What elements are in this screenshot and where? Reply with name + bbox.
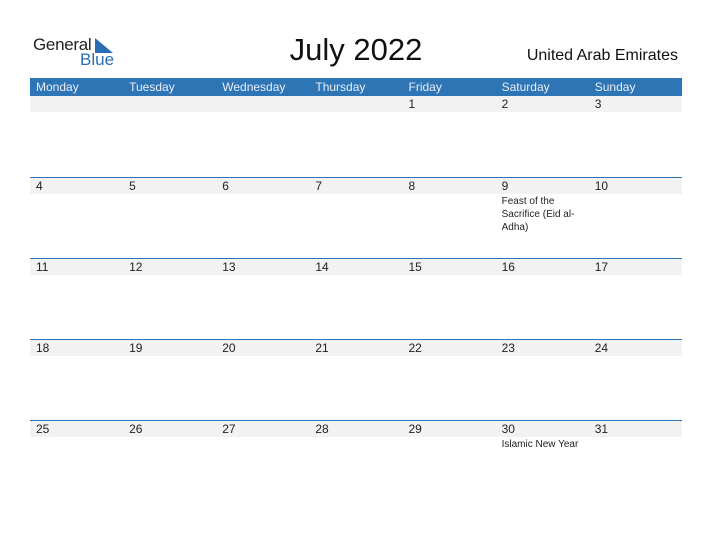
day-cell	[30, 96, 123, 177]
day-cell	[123, 96, 216, 177]
day-number: 15	[408, 260, 422, 274]
day-cell: 24	[589, 340, 682, 420]
day-number: 13	[222, 260, 236, 274]
day-cell: 23	[496, 340, 589, 420]
day-cell: 25	[30, 421, 123, 501]
day-number: 22	[408, 341, 422, 355]
day-number: 6	[222, 179, 229, 193]
day-number: 19	[129, 341, 143, 355]
day-number	[222, 96, 309, 112]
day-cell: 2	[496, 96, 589, 177]
day-number: 26	[129, 422, 143, 436]
day-cell: 15	[403, 259, 496, 339]
day-cell	[309, 96, 402, 177]
day-number: 18	[36, 341, 50, 355]
day-number: 27	[222, 422, 236, 436]
weekday-label: Sunday	[594, 80, 636, 94]
day-number: 2	[501, 97, 509, 111]
weekday-label: Monday	[36, 80, 79, 94]
day-number: 3	[594, 97, 602, 111]
country-name: United Arab Emirates	[526, 47, 678, 64]
day-cell: 13	[216, 259, 309, 339]
day-number: 10	[594, 179, 609, 193]
holiday-event: Islamic New Year	[501, 439, 579, 450]
day-number: 24	[594, 341, 609, 355]
week-cells: 18 19 20 21 22 23 24	[30, 340, 682, 420]
day-number: 9	[501, 179, 509, 193]
day-number: 1	[408, 97, 416, 111]
weekday-label: Wednesday	[222, 80, 286, 94]
week-row: 25 26 27 28 29 30 Islamic New Year 31	[30, 420, 682, 501]
calendar-grid: Monday Tuesday Wednesday Thursday Friday…	[30, 78, 682, 501]
day-cell: 19	[123, 340, 216, 420]
week-row: 11 12 13 14 15 16 17	[30, 258, 682, 339]
day-cell: 5	[123, 178, 216, 258]
day-cell: 16	[496, 259, 589, 339]
day-cell: 17	[589, 259, 682, 339]
weekday-label: Thursday	[315, 80, 366, 94]
day-cell: 20	[216, 340, 309, 420]
day-cell: 29	[403, 421, 496, 501]
day-cell: 14	[309, 259, 402, 339]
week-cells: 11 12 13 14 15 16 17	[30, 259, 682, 339]
week-row: 4 5 6 7 8 9 Feast of the Sacrifice (Eid al-Adh…	[30, 177, 682, 258]
day-number: 4	[36, 179, 43, 193]
day-number: 11	[36, 260, 49, 274]
day-cell: 28	[309, 421, 402, 501]
day-cell: 18	[30, 340, 123, 420]
day-cell: 27	[216, 421, 309, 501]
day-number: 25	[36, 422, 50, 436]
day-number: 20	[222, 341, 236, 355]
day-cell: 10	[589, 178, 682, 258]
day-number: 31	[594, 422, 609, 436]
holiday-event: Feast of the Sacrifice (Eid al-Adha)	[501, 196, 575, 233]
day-cell: 1	[403, 96, 496, 177]
day-number	[129, 96, 216, 112]
weekday-label: Friday	[408, 80, 442, 94]
week-cells: 1 2 3	[30, 96, 682, 177]
day-number: 17	[594, 260, 609, 274]
day-cell: 4	[30, 178, 123, 258]
weeks-container: 1 2 3 4 5 6 7 8 9 Feast of the Sacrifice (Eid al-…	[30, 96, 682, 501]
weekday-label: Saturday	[501, 80, 550, 94]
weekday-header: Monday Tuesday Wednesday Thursday Friday…	[30, 78, 682, 96]
day-cell: 30 Islamic New Year	[496, 421, 589, 501]
day-cell: 8	[403, 178, 496, 258]
day-cell: 26	[123, 421, 216, 501]
day-cell: 11	[30, 259, 123, 339]
day-cell	[216, 96, 309, 177]
day-number: 16	[501, 260, 515, 274]
day-cell: 21	[309, 340, 402, 420]
day-number	[315, 96, 402, 112]
week-cells: 25 26 27 28 29 30 Islamic New Year 31	[30, 421, 682, 501]
day-number: 29	[408, 422, 422, 436]
day-cell: 22	[403, 340, 496, 420]
day-number: 7	[315, 179, 323, 193]
week-row: 18 19 20 21 22 23 24	[30, 339, 682, 420]
day-number: 14	[315, 260, 329, 274]
week-cells: 4 5 6 7 8 9 Feast of the Sacrifice (Eid al-Adh…	[30, 178, 682, 258]
day-number: 5	[129, 179, 136, 193]
day-number: 28	[315, 422, 329, 436]
day-number: 30	[501, 422, 515, 436]
day-cell: 12	[123, 259, 216, 339]
day-number: 23	[501, 341, 515, 355]
weekday-label: Tuesday	[129, 80, 175, 94]
day-number: 12	[129, 260, 143, 274]
day-number: 21	[315, 341, 329, 355]
day-number: 8	[408, 179, 416, 193]
day-cell: 7	[309, 178, 402, 258]
day-cell: 3	[589, 96, 682, 177]
day-number	[36, 96, 123, 112]
day-cell: 6	[216, 178, 309, 258]
day-cell: 31	[589, 421, 682, 501]
day-cell: 9 Feast of the Sacrifice (Eid al-Adha)	[496, 178, 589, 258]
week-row: 1 2 3	[30, 96, 682, 177]
